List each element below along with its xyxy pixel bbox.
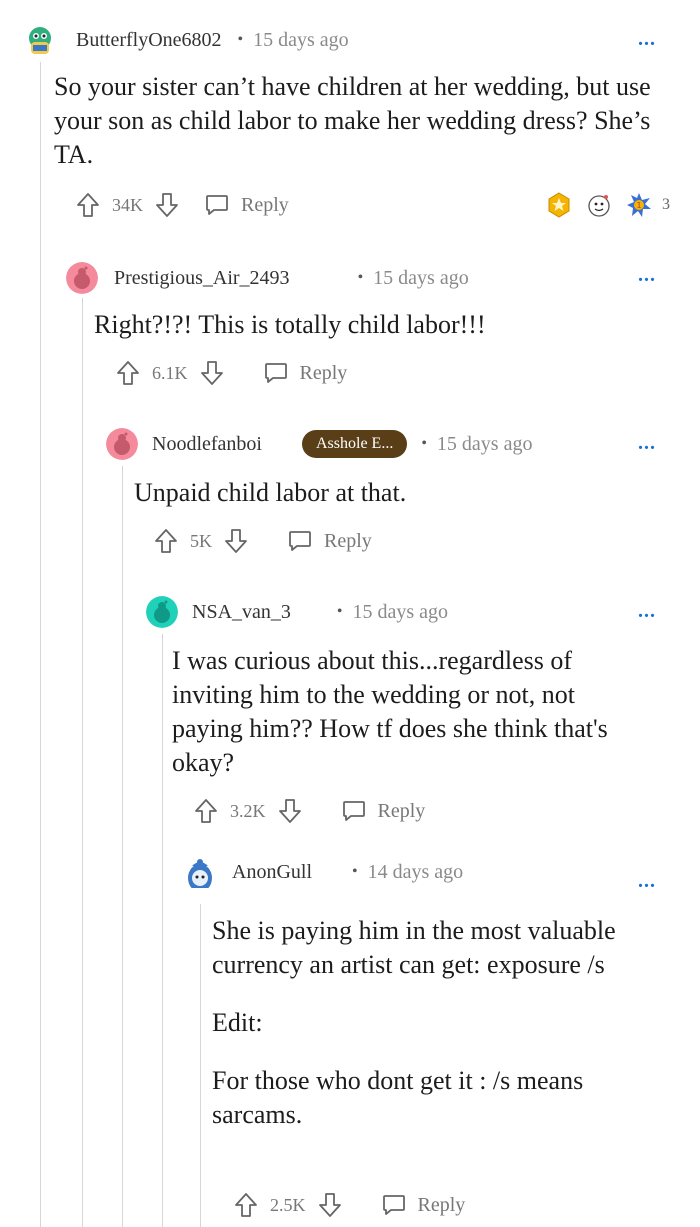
- timestamp[interactable]: 15 days ago: [373, 267, 469, 290]
- downvote-icon[interactable]: [155, 192, 179, 218]
- comment-bubble-icon: [342, 801, 365, 821]
- avatar[interactable]: [184, 856, 216, 888]
- comment-actions: 3.2K Reply: [194, 796, 425, 826]
- comment-actions: 6.1K Reply: [116, 358, 347, 388]
- comment-body: She is paying him in the most valuable c…: [212, 914, 652, 1156]
- avatar[interactable]: [24, 24, 56, 56]
- more-options-icon[interactable]: ...: [638, 601, 656, 621]
- comment-paragraph: For those who dont get it : /s means sar…: [212, 1066, 584, 1129]
- award-count: 3: [662, 196, 670, 213]
- comment-actions: 34K Reply: [76, 190, 289, 220]
- comment-header: NSA_van_3 • 15 days ago: [146, 596, 448, 628]
- comment-paragraph: Edit:: [212, 1008, 263, 1037]
- reply-button[interactable]: Reply: [342, 799, 426, 823]
- comment-actions: 2.5K Reply: [234, 1190, 465, 1220]
- vote-score: 5K: [190, 530, 212, 551]
- downvote-icon[interactable]: [200, 360, 224, 386]
- reply-button[interactable]: Reply: [205, 194, 289, 217]
- vote-score: 6.1K: [152, 362, 188, 383]
- timestamp[interactable]: 15 days ago: [253, 29, 349, 52]
- timestamp[interactable]: 15 days ago: [353, 601, 449, 624]
- username[interactable]: Prestigious_Air_2493: [114, 267, 290, 290]
- thread-line-2[interactable]: [82, 298, 83, 1227]
- reply-label: Reply: [299, 361, 348, 384]
- reply-button[interactable]: Reply: [264, 361, 348, 385]
- comment-actions: 5K Reply: [154, 526, 372, 556]
- comment-bubble-icon: [264, 363, 287, 383]
- timestamp[interactable]: 15 days ago: [437, 433, 533, 456]
- username[interactable]: AnonGull: [232, 861, 312, 884]
- separator-dot: •: [237, 31, 244, 48]
- hug-award-icon: [586, 192, 612, 218]
- upvote-icon[interactable]: [116, 360, 140, 386]
- downvote-icon[interactable]: [278, 798, 302, 824]
- reply-label: Reply: [241, 193, 289, 216]
- reply-button[interactable]: Reply: [382, 1193, 466, 1217]
- more-options-icon[interactable]: ...: [638, 433, 656, 453]
- username[interactable]: NSA_van_3: [192, 601, 291, 624]
- comment-paragraph: She is paying him in the most valuable c…: [212, 916, 616, 979]
- thread-line-4[interactable]: [162, 634, 163, 1227]
- upvote-icon[interactable]: [76, 192, 100, 218]
- comment-header: Noodlefanboi Asshole E... • 15 days ago: [106, 428, 532, 460]
- thread-line-3[interactable]: [122, 466, 123, 1227]
- downvote-icon[interactable]: [318, 1192, 342, 1218]
- user-flair-badge: Asshole E...: [301, 430, 408, 458]
- vote-score: 34K: [112, 194, 143, 215]
- vote-score: 3.2K: [230, 800, 266, 821]
- comment-bubble-icon: [382, 1195, 405, 1215]
- comment-paragraph: Right?!?! This is totally child labor!!!: [94, 310, 486, 339]
- reply-button[interactable]: Reply: [288, 530, 372, 553]
- comment-body: I was curious about this...regardless of…: [172, 644, 652, 804]
- separator-dot: •: [421, 435, 427, 452]
- thread-line-5[interactable]: [200, 904, 201, 1227]
- downvote-icon[interactable]: [224, 528, 248, 554]
- reply-label: Reply: [377, 799, 426, 822]
- comment-header: ButterflyOne6802 • 15 days ago: [24, 24, 349, 56]
- vote-score: 2.5K: [270, 1194, 306, 1215]
- starstruck-award-icon: 1: [626, 192, 652, 218]
- timestamp[interactable]: 14 days ago: [368, 861, 464, 884]
- comment-paragraph: I was curious about this...regardless of…: [172, 646, 608, 777]
- more-options-icon[interactable]: ...: [638, 29, 656, 49]
- separator-dot: •: [352, 863, 358, 880]
- username[interactable]: ButterflyOne6802: [76, 29, 222, 52]
- comment-paragraph: So your sister can’t have children at he…: [54, 72, 651, 169]
- comment-bubble-icon: [206, 195, 228, 215]
- separator-dot: •: [357, 269, 364, 286]
- gold-star-award-icon: [546, 192, 572, 218]
- avatar[interactable]: [106, 428, 138, 460]
- thread-line-1[interactable]: [40, 62, 41, 1227]
- upvote-icon[interactable]: [234, 1192, 258, 1218]
- svg-text:1: 1: [636, 201, 641, 210]
- comment-header: AnonGull • 14 days ago: [184, 856, 463, 888]
- separator-dot: •: [336, 603, 343, 620]
- more-options-icon[interactable]: ...: [638, 265, 656, 285]
- comment-body: So your sister can’t have children at he…: [54, 70, 654, 196]
- reply-label: Reply: [324, 529, 372, 552]
- upvote-icon[interactable]: [154, 528, 178, 554]
- avatar[interactable]: [66, 262, 98, 294]
- comment-paragraph: Unpaid child labor at that.: [134, 478, 407, 507]
- more-options-icon[interactable]: ...: [638, 871, 656, 891]
- username[interactable]: Noodlefanboi: [152, 433, 262, 456]
- comment-header: Prestigious_Air_2493 • 15 days ago: [66, 262, 469, 294]
- reply-label: Reply: [417, 1193, 466, 1216]
- comment-bubble-icon: [289, 531, 311, 551]
- awards[interactable]: 1 3: [546, 190, 670, 220]
- avatar[interactable]: [146, 596, 178, 628]
- upvote-icon[interactable]: [194, 798, 218, 824]
